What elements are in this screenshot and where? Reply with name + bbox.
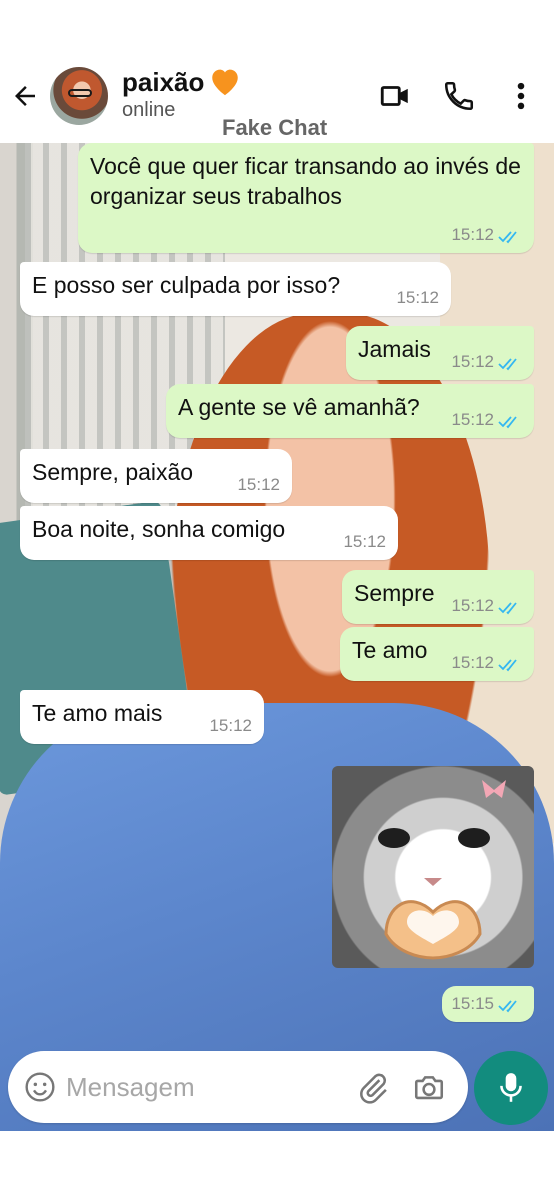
message-time: 15:12 bbox=[451, 653, 494, 672]
sticker-meta: 15:15 bbox=[442, 986, 534, 1022]
video-call-icon[interactable] bbox=[378, 79, 412, 113]
avatar[interactable] bbox=[50, 67, 108, 125]
message-time: 15:12 bbox=[343, 532, 386, 551]
message-text: Boa noite, sonha comigo bbox=[32, 516, 286, 542]
message-time: 15:12 bbox=[237, 475, 280, 494]
message-input[interactable] bbox=[66, 1065, 346, 1109]
message-incoming[interactable]: Boa noite, sonha comigo 15:12 bbox=[20, 506, 398, 560]
double-check-icon bbox=[498, 1000, 517, 1013]
mic-icon bbox=[500, 1073, 522, 1102]
message-incoming[interactable]: E posso ser culpada por isso? 15:12 bbox=[20, 262, 451, 316]
message-incoming[interactable]: Sempre, paixão 15:12 bbox=[20, 449, 292, 503]
message-incoming[interactable]: Te amo mais 15:12 bbox=[20, 690, 264, 744]
presence-status: online bbox=[122, 99, 176, 121]
message-time: 15:12 bbox=[451, 410, 494, 429]
emoji-icon[interactable] bbox=[24, 1071, 56, 1103]
watermark-label: Fake Chat bbox=[222, 115, 328, 140]
attach-icon[interactable] bbox=[356, 1071, 390, 1105]
orange-heart-icon bbox=[212, 69, 238, 96]
message-time: 15:15 bbox=[451, 994, 494, 1013]
message-outgoing[interactable]: Jamais 15:12 bbox=[346, 326, 534, 380]
back-arrow-icon[interactable] bbox=[10, 81, 40, 111]
message-time: 15:12 bbox=[451, 352, 494, 371]
cat-heart-hands-sticker[interactable] bbox=[332, 766, 534, 968]
chat-header: paixão online Fake Chat bbox=[0, 55, 554, 143]
message-outgoing[interactable]: Sempre 15:12 bbox=[342, 570, 534, 624]
message-time: 15:12 bbox=[451, 225, 494, 244]
double-check-icon bbox=[498, 231, 517, 244]
message-outgoing[interactable]: Te amo 15:12 bbox=[340, 627, 534, 681]
mic-button[interactable] bbox=[474, 1051, 548, 1125]
message-outgoing[interactable]: A gente se vê amanhã? 15:12 bbox=[166, 384, 534, 438]
message-time: 15:12 bbox=[396, 288, 439, 307]
phone-icon[interactable] bbox=[442, 79, 476, 113]
message-composer bbox=[8, 1051, 468, 1123]
message-text: E posso ser culpada por isso? bbox=[32, 272, 341, 298]
double-check-icon bbox=[498, 416, 517, 429]
double-check-icon bbox=[498, 602, 517, 615]
message-time: 15:12 bbox=[451, 596, 494, 615]
camera-icon[interactable] bbox=[412, 1071, 446, 1105]
double-check-icon bbox=[498, 358, 517, 371]
contact-name[interactable]: paixão bbox=[122, 67, 204, 98]
message-text: Sempre bbox=[354, 580, 435, 606]
chat-area[interactable]: Você que quer ficar transando ao invés d… bbox=[0, 143, 554, 1131]
more-options-icon[interactable] bbox=[508, 79, 534, 113]
message-time: 15:12 bbox=[209, 716, 252, 735]
message-text: Te amo bbox=[352, 637, 428, 663]
message-text: Você que quer ficar transando ao invés d… bbox=[90, 153, 521, 209]
message-outgoing[interactable]: Você que quer ficar transando ao invés d… bbox=[78, 143, 534, 253]
double-check-icon bbox=[498, 659, 517, 672]
